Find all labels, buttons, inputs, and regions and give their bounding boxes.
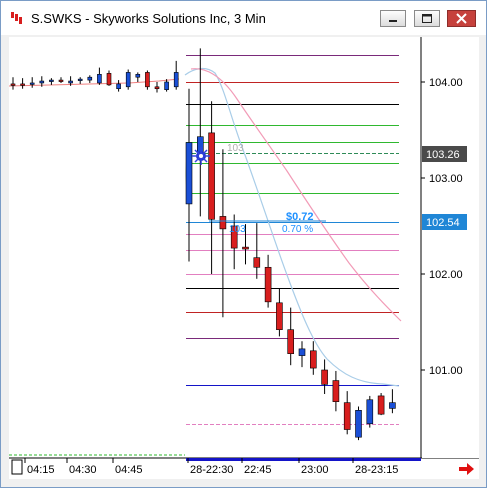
close-button[interactable] <box>447 10 476 27</box>
current-price-value: 103.26 <box>426 149 460 161</box>
price-label-2: 102.00 <box>429 269 463 281</box>
time-selection-bar <box>186 458 421 461</box>
price-chart[interactable]: $0.72 0.70 % 103 103 104.00 103.00 102.00 1… <box>8 37 479 479</box>
time-label-0: 04:15 <box>27 464 55 476</box>
order-price-tag: 102.54 <box>422 214 467 230</box>
entry-price-label: 103 <box>229 224 246 235</box>
time-label-3: 28-22:30 <box>190 464 233 476</box>
minimize-icon <box>389 20 397 22</box>
candle-35 <box>377 393 385 416</box>
candle-14 <box>145 70 150 90</box>
time-label-5: 23:00 <box>301 464 329 476</box>
time-label-4: 22:45 <box>244 464 272 476</box>
price-label-3: 101.00 <box>429 365 463 377</box>
time-scroll-box[interactable] <box>11 459 23 475</box>
maximize-icon <box>422 14 432 23</box>
candle-34 <box>366 395 374 428</box>
maximize-button[interactable] <box>414 10 440 27</box>
title-bar[interactable]: S.SWKS - Skyworks Solutions Inc, 3 Min <box>1 1 486 35</box>
candle-33 <box>355 406 362 441</box>
profit-amount: $0.72 <box>286 211 314 223</box>
plot-area[interactable] <box>9 37 421 457</box>
profit-percent: 0.70 % <box>282 224 313 235</box>
price-label-1: 103.00 <box>429 173 463 185</box>
price-label-0: 104.00 <box>429 77 463 89</box>
time-label-6: 28-23:15 <box>355 464 398 476</box>
order-price-value: 102.54 <box>426 217 460 229</box>
chart-area[interactable]: $0.72 0.70 % 103 103 104.00 103.00 102.00 1… <box>8 37 479 479</box>
close-icon <box>456 13 467 24</box>
time-label-2: 04:45 <box>115 464 143 476</box>
app-chart-icon <box>10 11 24 25</box>
cursor-price-label: 103 <box>227 143 244 154</box>
price-axis[interactable] <box>422 37 479 458</box>
current-price-tag: 103.26 <box>422 146 467 162</box>
candle-12 <box>125 69 131 90</box>
minimize-button[interactable] <box>380 10 406 27</box>
time-label-1: 04:30 <box>69 464 97 476</box>
window-title: S.SWKS - Skyworks Solutions Inc, 3 Min <box>31 11 266 26</box>
chart-window: S.SWKS - Skyworks Solutions Inc, 3 Min $… <box>0 0 487 488</box>
